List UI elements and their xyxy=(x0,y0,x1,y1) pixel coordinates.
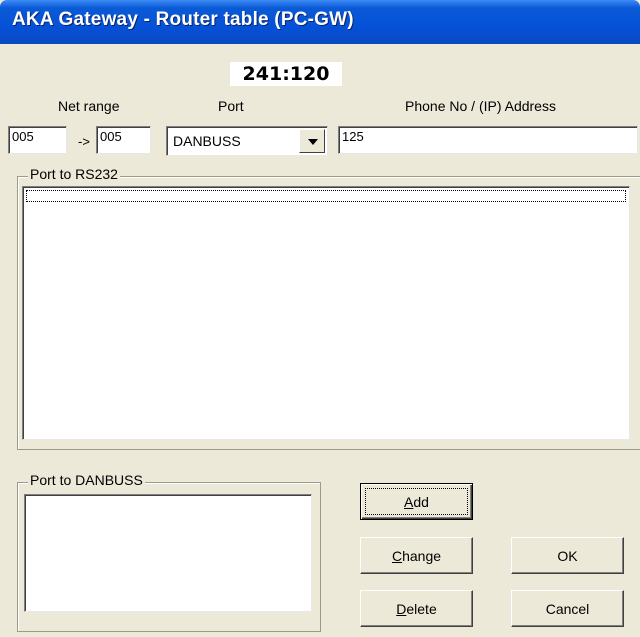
danbuss-route-list[interactable] xyxy=(24,494,312,612)
port-select[interactable]: DANBUSS xyxy=(166,126,328,156)
phone-address-label: Phone No / (IP) Address xyxy=(405,98,556,114)
delete-button[interactable]: Delete xyxy=(360,590,473,627)
chevron-down-icon xyxy=(308,139,318,145)
net-range-to-input[interactable]: 005 xyxy=(96,126,151,154)
window-title: AKA Gateway - Router table (PC-GW) xyxy=(12,9,354,30)
port-label: Port xyxy=(218,98,244,114)
danbuss-group-label: Port to DANBUSS xyxy=(28,472,145,488)
title-bar[interactable]: AKA Gateway - Router table (PC-GW) xyxy=(0,0,640,44)
port-dropdown-button[interactable] xyxy=(299,129,325,153)
list-focus-row xyxy=(26,190,626,202)
net-range-from-input[interactable]: 005 xyxy=(8,126,67,154)
add-button[interactable]: Add xyxy=(360,483,473,520)
range-arrow: -> xyxy=(78,134,90,149)
change-button[interactable]: Change xyxy=(360,537,473,574)
rs232-route-list[interactable] xyxy=(22,186,630,440)
net-range-label: Net range xyxy=(58,98,120,114)
port-select-value: DANBUSS xyxy=(173,133,241,149)
rs232-group-label: Port to RS232 xyxy=(28,166,120,182)
phone-address-input[interactable]: 125 xyxy=(338,126,638,154)
node-address-label: 241:120 xyxy=(230,62,342,86)
cancel-button[interactable]: Cancel xyxy=(511,590,624,627)
ok-button[interactable]: OK xyxy=(511,537,624,574)
router-table-window: AKA Gateway - Router table (PC-GW) 241:1… xyxy=(0,0,640,637)
